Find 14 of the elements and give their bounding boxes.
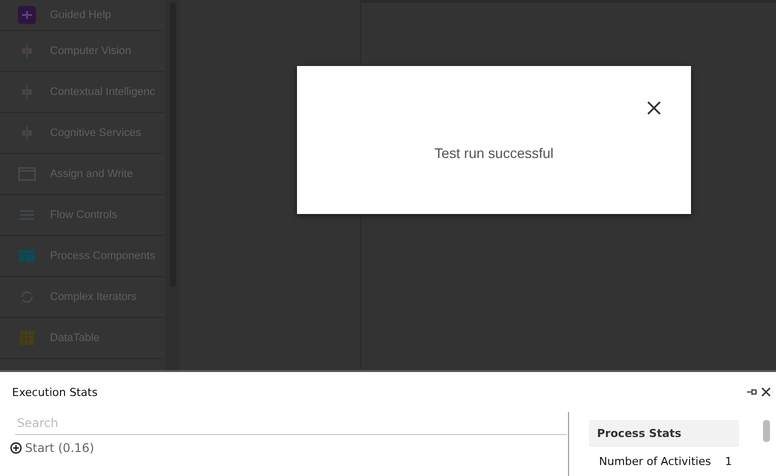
dialog-message: Test run successful bbox=[433, 145, 555, 161]
stat-label: Number of Activities bbox=[599, 455, 711, 468]
tree-node[interactable]: Start (0.16) bbox=[10, 441, 562, 455]
layout-icon bbox=[18, 247, 36, 265]
close-icon[interactable] bbox=[646, 100, 662, 116]
scrollbar-thumb[interactable] bbox=[763, 420, 770, 442]
close-icon[interactable] bbox=[760, 386, 772, 398]
pin-icon[interactable] bbox=[746, 386, 758, 398]
panel-title: Execution Stats bbox=[12, 386, 99, 398]
expand-icon[interactable] bbox=[10, 442, 22, 454]
guided-help-icon bbox=[18, 6, 36, 24]
table-icon bbox=[18, 329, 36, 347]
stats-header: Process Stats bbox=[589, 420, 739, 447]
stat-value: 1 bbox=[724, 455, 732, 468]
